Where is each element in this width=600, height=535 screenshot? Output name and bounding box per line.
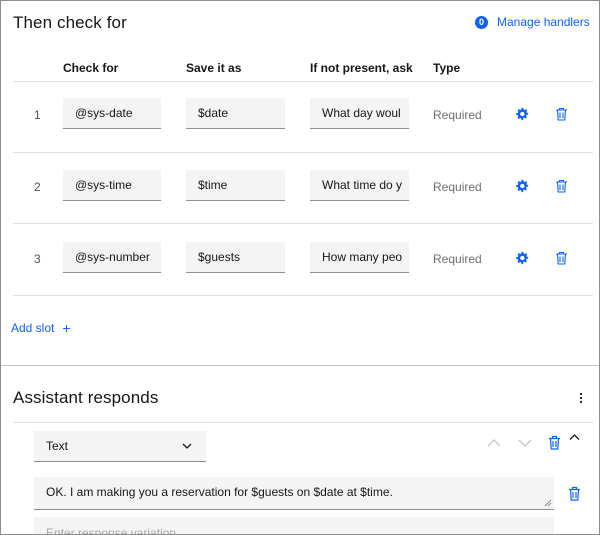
settings-icon[interactable] xyxy=(515,251,529,265)
resize-handle-icon[interactable] xyxy=(544,499,552,507)
column-save-it-as: Save it as xyxy=(186,61,242,75)
response-type-select[interactable]: Text xyxy=(34,431,206,462)
slot-number: 1 xyxy=(34,108,41,122)
slot-row: 2 @sys-time $time What time do y Require… xyxy=(1,170,599,206)
slots-editor-panel: Then check for 0 Manage handlers Check f… xyxy=(0,0,600,535)
slots-table-header: Check for Save it as If not present, ask… xyxy=(1,61,599,81)
check-for-input[interactable]: @sys-time xyxy=(63,170,161,201)
overflow-menu-icon[interactable] xyxy=(577,391,585,405)
handlers-count-badge: 0 xyxy=(475,15,488,29)
trash-icon[interactable] xyxy=(555,179,568,193)
chevron-down-icon xyxy=(182,443,192,449)
trash-icon[interactable] xyxy=(568,486,581,501)
slot-row: 3 @sys-number $guests How many peo Requi… xyxy=(1,242,599,278)
save-as-input[interactable]: $time xyxy=(186,170,285,201)
trash-icon[interactable] xyxy=(555,107,568,121)
slot-number: 2 xyxy=(34,180,41,194)
row-divider xyxy=(13,295,593,296)
slot-type-label: Required xyxy=(433,108,482,122)
slot-row: 1 @sys-date $date What day woul Required xyxy=(1,98,599,134)
trash-icon[interactable] xyxy=(548,435,561,450)
column-check-for: Check for xyxy=(63,61,119,75)
assistant-responds-title: Assistant responds xyxy=(13,388,159,407)
header-divider xyxy=(13,81,593,82)
response-type-value: Text xyxy=(46,439,69,453)
slot-number: 3 xyxy=(34,252,41,266)
column-type: Type xyxy=(433,61,461,75)
add-slot-label: Add slot xyxy=(11,321,55,335)
save-as-input[interactable]: $date xyxy=(186,98,285,129)
response-variation-input[interactable]: Enter response variation xyxy=(34,517,554,534)
settings-icon[interactable] xyxy=(515,107,529,121)
arrow-up-icon[interactable] xyxy=(487,438,501,448)
chevron-up-icon[interactable] xyxy=(569,433,580,441)
response-divider xyxy=(13,422,593,423)
prompt-input[interactable]: What time do y xyxy=(310,170,409,201)
column-if-not-present: If not present, ask xyxy=(310,61,413,75)
check-for-input[interactable]: @sys-number xyxy=(63,242,161,273)
trash-icon[interactable] xyxy=(555,251,568,265)
prompt-input[interactable]: What day woul xyxy=(310,98,409,129)
save-as-input[interactable]: $guests xyxy=(186,242,285,273)
manage-handlers-label: Manage handlers xyxy=(497,15,590,29)
arrow-down-icon[interactable] xyxy=(518,438,532,448)
plus-icon: + xyxy=(62,320,71,336)
manage-handlers-link[interactable]: 0 Manage handlers xyxy=(475,15,590,29)
then-check-for-title: Then check for xyxy=(13,13,127,32)
row-divider xyxy=(13,223,593,224)
add-slot-button[interactable]: Add slot + xyxy=(11,321,71,335)
response-text-area[interactable]: OK. I am making you a reservation for $g… xyxy=(34,477,554,510)
settings-icon[interactable] xyxy=(515,179,529,193)
slot-type-label: Required xyxy=(433,252,482,266)
response-text: OK. I am making you a reservation for $g… xyxy=(46,485,393,499)
check-for-input[interactable]: @sys-date xyxy=(63,98,161,129)
row-divider xyxy=(13,152,593,153)
slot-type-label: Required xyxy=(433,180,482,194)
prompt-input[interactable]: How many peo xyxy=(310,242,409,273)
